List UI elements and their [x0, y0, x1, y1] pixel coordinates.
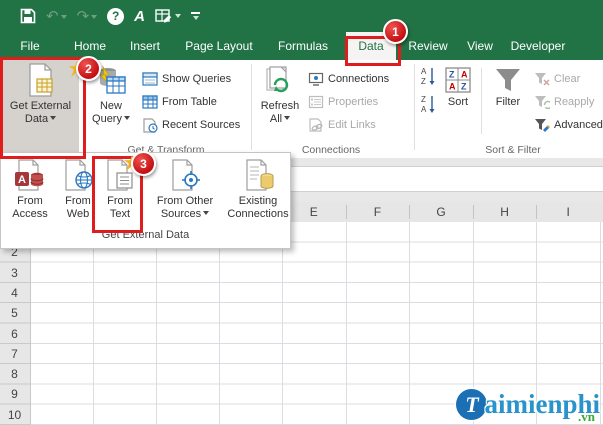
sort-ascending-button[interactable]: AZ — [420, 66, 437, 86]
title-bar: ↶ ↷ ? A — [0, 0, 603, 32]
column-header-g[interactable]: G — [409, 202, 473, 222]
button-label: Query — [92, 113, 130, 126]
tab-insert[interactable]: Insert — [124, 32, 166, 60]
advanced-filter-icon — [534, 118, 550, 132]
get-external-data-button[interactable]: Get External Data — [2, 60, 79, 153]
button-label: Refresh — [260, 100, 300, 112]
gridline — [93, 222, 94, 425]
excel-window: ↶ ↷ ? A File Home Insert Page Layout For… — [0, 0, 603, 425]
save-icon[interactable] — [20, 8, 36, 24]
refresh-all-icon — [265, 65, 295, 97]
annotation-step-1: 1 — [383, 19, 408, 44]
row-header-5[interactable]: 5 — [0, 303, 29, 323]
svg-text:A: A — [421, 105, 427, 114]
from-table-button[interactable]: From Table — [142, 93, 217, 111]
connections-button[interactable]: Connections — [308, 70, 389, 88]
svg-text:A: A — [18, 174, 26, 186]
annotation-step-2: 2 — [76, 56, 101, 81]
filter-button[interactable]: Filter — [487, 64, 529, 109]
svg-text:A: A — [421, 67, 427, 76]
gridline — [282, 222, 283, 425]
button-label: Sort — [447, 96, 469, 108]
advanced-filter-button[interactable]: Advanced — [534, 116, 603, 134]
tab-view[interactable]: View — [462, 32, 498, 60]
reapply-filter-button: Reapply — [534, 93, 594, 111]
from-other-sources-icon — [168, 159, 202, 191]
from-web-icon — [61, 159, 95, 191]
connections-icon — [308, 72, 324, 86]
properties-icon — [308, 95, 324, 109]
annotation-step-3: 3 — [131, 151, 156, 176]
row-header-10[interactable]: 10 — [0, 405, 29, 425]
gridline — [219, 222, 220, 425]
row-header-gutter: 2 3 4 5 6 7 8 9 10 — [0, 222, 31, 425]
recent-sources-button[interactable]: Recent Sources — [142, 116, 240, 134]
row-header-4[interactable]: 4 — [0, 283, 29, 303]
clear-filter-icon — [534, 72, 550, 86]
quick-access-toolbar: ↶ ↷ ? A — [20, 7, 200, 25]
customize-qat-icon[interactable] — [191, 12, 200, 20]
column-header-i[interactable]: I — [536, 202, 600, 222]
row-header-9[interactable]: 9 — [0, 384, 29, 404]
tab-review[interactable]: Review — [405, 32, 451, 60]
button-label: Get External — [9, 100, 72, 112]
gridline — [156, 222, 157, 425]
column-header-h[interactable]: H — [473, 202, 537, 222]
refresh-all-button[interactable]: Refresh All — [256, 62, 304, 126]
menu-item-existing-connections[interactable]: Existing Connections — [227, 157, 289, 229]
sort-button[interactable]: ZAAZ Sort — [438, 64, 478, 109]
redo-icon: ↷ — [77, 9, 98, 24]
button-label: Data — [25, 113, 57, 126]
button-label: New — [99, 100, 122, 112]
row-header-3[interactable]: 3 — [0, 263, 29, 283]
row-header-7[interactable]: 7 — [0, 344, 29, 364]
svg-text:Z: Z — [421, 95, 426, 104]
menu-item-from-web[interactable]: From Web — [57, 157, 99, 229]
recent-sources-icon — [142, 117, 158, 133]
button-label: All — [270, 113, 291, 126]
show-queries-button[interactable]: Show Queries — [142, 70, 231, 88]
tab-page-layout[interactable]: Page Layout — [183, 32, 255, 60]
column-header-f[interactable]: F — [346, 202, 410, 222]
help-icon[interactable]: ? — [107, 7, 125, 25]
clear-filter-button: Clear — [534, 70, 580, 88]
font-tool-icon[interactable]: A — [134, 9, 145, 24]
svg-text:Z: Z — [461, 82, 467, 92]
sort-icon: ZAAZ — [445, 67, 471, 93]
from-access-icon: A — [13, 159, 47, 191]
column-header-e[interactable]: E — [282, 202, 346, 222]
svg-text:A: A — [461, 70, 468, 80]
edit-links-button: Edit Links — [308, 116, 376, 134]
properties-button: Properties — [308, 93, 378, 111]
menu-footer-label: Get External Data — [101, 229, 190, 241]
gridline — [345, 222, 347, 425]
undo-icon: ↶ — [46, 9, 67, 24]
edit-links-icon — [308, 118, 324, 132]
svg-text:Z: Z — [421, 77, 426, 86]
menu-item-from-access[interactable]: A From Access — [5, 157, 55, 229]
gridline — [409, 222, 411, 425]
watermark-logo-icon: T — [456, 389, 488, 420]
reapply-filter-icon — [534, 95, 550, 109]
existing-connections-icon — [241, 159, 275, 191]
sheet-edit-icon[interactable] — [155, 8, 181, 24]
filter-icon — [494, 67, 522, 93]
button-label: Filter — [495, 96, 521, 108]
show-queries-icon — [142, 72, 158, 86]
from-table-icon — [142, 95, 158, 109]
tab-formulas[interactable]: Formulas — [272, 32, 334, 60]
svg-text:A: A — [449, 82, 456, 92]
get-external-data-icon — [26, 63, 56, 97]
row-header-6[interactable]: 6 — [0, 324, 29, 344]
group-label-sort-filter: Sort & Filter — [485, 144, 541, 156]
gridline — [600, 222, 601, 425]
tab-file[interactable]: File — [10, 32, 50, 60]
tab-developer[interactable]: Developer — [508, 32, 568, 60]
svg-text:Z: Z — [449, 70, 455, 80]
sort-descending-button[interactable]: ZA — [420, 94, 437, 114]
row-header-8[interactable]: 8 — [0, 364, 29, 384]
dropdown-arrow-icon — [203, 211, 210, 215]
watermark-tld: .vn — [578, 409, 595, 424]
